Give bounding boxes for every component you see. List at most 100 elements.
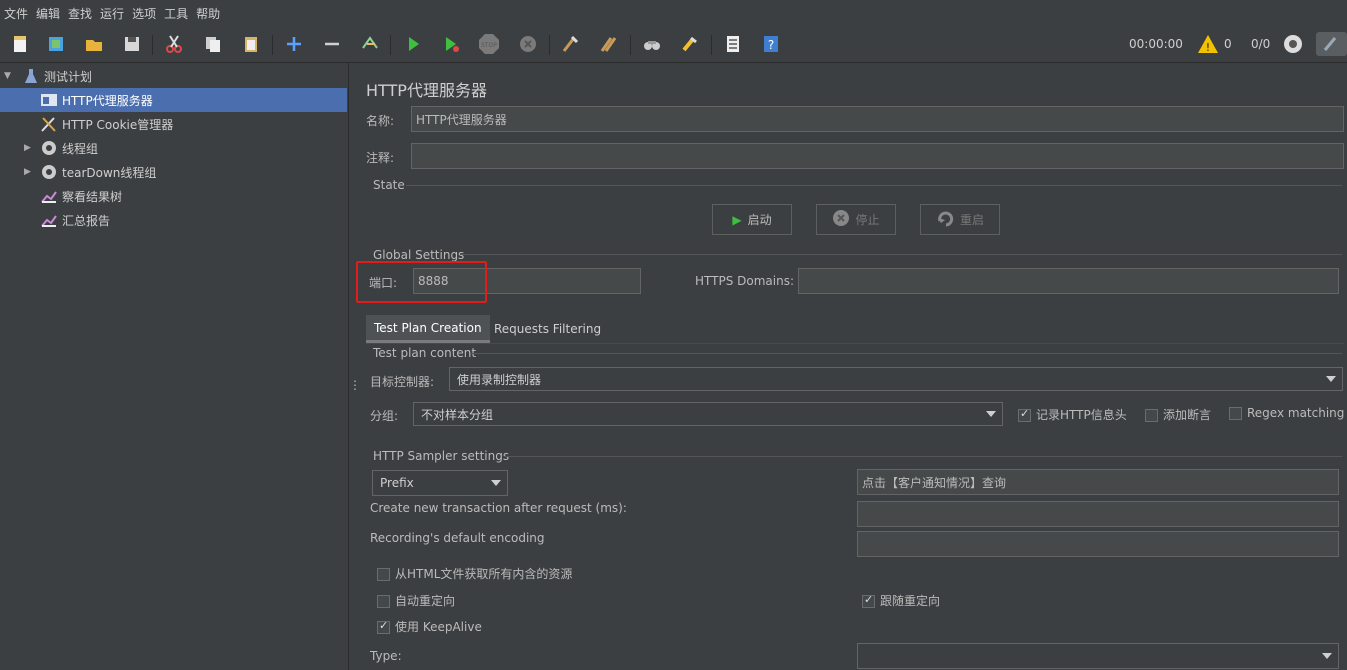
chevron-down-icon [1326,376,1336,382]
grouping-select[interactable]: 不对样本分组 [413,402,1003,426]
svg-text:?: ? [768,38,774,52]
tree-item-proxy[interactable]: HTTP代理服务器 [0,88,347,112]
warning-icon[interactable]: ! [1196,32,1220,56]
tree-item-label: 测试计划 [44,69,93,84]
copy-icon[interactable] [201,32,225,56]
menu-edit[interactable]: 编辑 [36,5,60,22]
comment-label: 注释: [366,151,395,165]
checkbox-checked-icon[interactable] [377,619,390,634]
menu-run[interactable]: 运行 [100,5,124,22]
tab-requests-filtering[interactable]: Requests Filtering [486,315,609,343]
restart-button[interactable]: 重启 [920,204,1000,235]
regex-matching-checkbox[interactable]: Regex matching [1229,406,1344,420]
menu-options[interactable]: 选项 [132,5,156,22]
start-button[interactable]: ▶ 启动 [712,204,792,235]
save-icon[interactable] [120,32,144,56]
menu-bar: 文件 编辑 查找 运行 选项 工具 帮助 [0,0,1347,27]
menu-file[interactable]: 文件 [4,5,28,22]
stop-icon [832,209,850,230]
tab-test-plan-creation[interactable]: Test Plan Creation [366,315,490,343]
tree-item-label: HTTP代理服务器 [62,93,153,108]
checkbox-unchecked-icon[interactable] [1229,407,1242,420]
splitter[interactable] [348,63,356,670]
encoding-field[interactable] [857,531,1339,557]
log-viewer-icon[interactable] [1316,32,1347,56]
stop-icon[interactable]: STOP [477,32,501,56]
checkbox-unchecked-icon[interactable] [377,568,390,581]
tree-item-label: 线程组 [62,141,99,156]
reset-search-icon[interactable] [678,32,702,56]
highlight-box [356,261,487,303]
https-domains-field[interactable] [798,268,1339,294]
follow-redirect-checkbox[interactable]: 跟随重定向 [862,592,940,609]
transaction-delay-label: Create new transaction after request (ms… [370,501,627,515]
keepalive-checkbox[interactable]: 使用 KeepAlive [377,618,482,635]
prefix-text-field[interactable]: 点击【客户通知情况】查询 [857,469,1339,495]
menu-tools[interactable]: 工具 [164,5,188,22]
collapse-icon[interactable] [320,32,344,56]
test-plan-tree: ▼ 测试计划 HTTP代理服务器 HTTP Cookie管理器 ▶ 线程组 ▶ … [0,63,348,670]
new-file-icon[interactable] [8,32,32,56]
menu-help[interactable]: 帮助 [196,5,220,22]
clear-icon[interactable] [558,32,582,56]
gear-icon [40,139,58,157]
name-field[interactable]: HTTP代理服务器 [411,106,1344,132]
restart-icon [936,209,956,230]
tree-item-cookie-manager[interactable]: HTTP Cookie管理器 [0,112,347,136]
checkbox-unchecked-icon[interactable] [1145,409,1158,422]
comment-field[interactable] [411,143,1344,169]
transaction-delay-field[interactable] [857,501,1339,527]
chevron-down-icon [1322,653,1332,659]
prefix-select[interactable]: Prefix [372,470,508,496]
checkbox-unchecked-icon[interactable] [377,595,390,608]
checkbox-checked-icon[interactable] [862,593,875,608]
expand-icon[interactable] [282,32,306,56]
state-group-title: State [373,178,405,192]
tree-item-thread-group[interactable]: ▶ 线程组 [0,136,347,160]
type-select[interactable] [857,643,1339,669]
help-icon[interactable]: ? [759,32,783,56]
proxy-settings-panel: HTTP代理服务器 名称: HTTP代理服务器 注释: State ▶ 启动 停… [356,63,1347,670]
gear-icon [40,163,58,181]
expand-arrow-icon[interactable]: ▼ [4,71,14,81]
checkbox-checked-icon[interactable] [1018,407,1031,422]
record-headers-checkbox[interactable]: 记录HTTP信息头 [1018,406,1127,423]
tree-item-summary-report[interactable]: 汇总报告 [0,208,347,232]
tree-item-results-tree[interactable]: 察看结果树 [0,184,347,208]
test-plan-icon [22,67,40,85]
tools-icon [40,115,58,133]
toggle-icon[interactable] [358,32,382,56]
chart-icon [40,187,58,205]
clear-all-icon[interactable] [597,32,621,56]
search-icon[interactable] [640,32,664,56]
tree-item-label: HTTP Cookie管理器 [62,117,174,132]
tree-item-teardown-group[interactable]: ▶ tearDown线程组 [0,160,347,184]
thread-count: 0/0 [1251,37,1271,51]
target-controller-select[interactable]: 使用录制控制器 [449,367,1343,391]
templates-icon[interactable] [44,32,68,56]
collapse-arrow-icon[interactable]: ▶ [24,167,34,177]
tree-item-label: 汇总报告 [62,213,111,228]
proxy-icon [40,91,58,109]
target-controller-label: 目标控制器: [370,375,435,389]
start-icon[interactable] [401,32,425,56]
shutdown-icon[interactable] [516,32,540,56]
fetch-resources-checkbox[interactable]: 从HTML文件获取所有内含的资源 [377,565,572,582]
function-helper-icon[interactable] [721,32,745,56]
auto-redirect-checkbox[interactable]: 自动重定向 [377,592,455,609]
cut-icon[interactable] [162,32,186,56]
open-icon[interactable] [82,32,106,56]
collapse-arrow-icon[interactable]: ▶ [24,143,34,153]
https-domains-label: HTTPS Domains: [695,274,794,288]
tree-item-test-plan[interactable]: ▼ 测试计划 [0,64,347,88]
start-no-pause-icon[interactable] [439,32,463,56]
sampler-settings-title: HTTP Sampler settings [373,449,510,463]
remote-icon[interactable] [1281,32,1305,56]
encoding-label: Recording's default encoding [370,531,545,545]
add-assertion-checkbox[interactable]: 添加断言 [1145,406,1211,423]
paste-icon[interactable] [239,32,263,56]
stop-button[interactable]: 停止 [816,204,896,235]
play-icon: ▶ [732,212,742,227]
chart-icon [40,211,58,229]
menu-search[interactable]: 查找 [68,5,92,22]
